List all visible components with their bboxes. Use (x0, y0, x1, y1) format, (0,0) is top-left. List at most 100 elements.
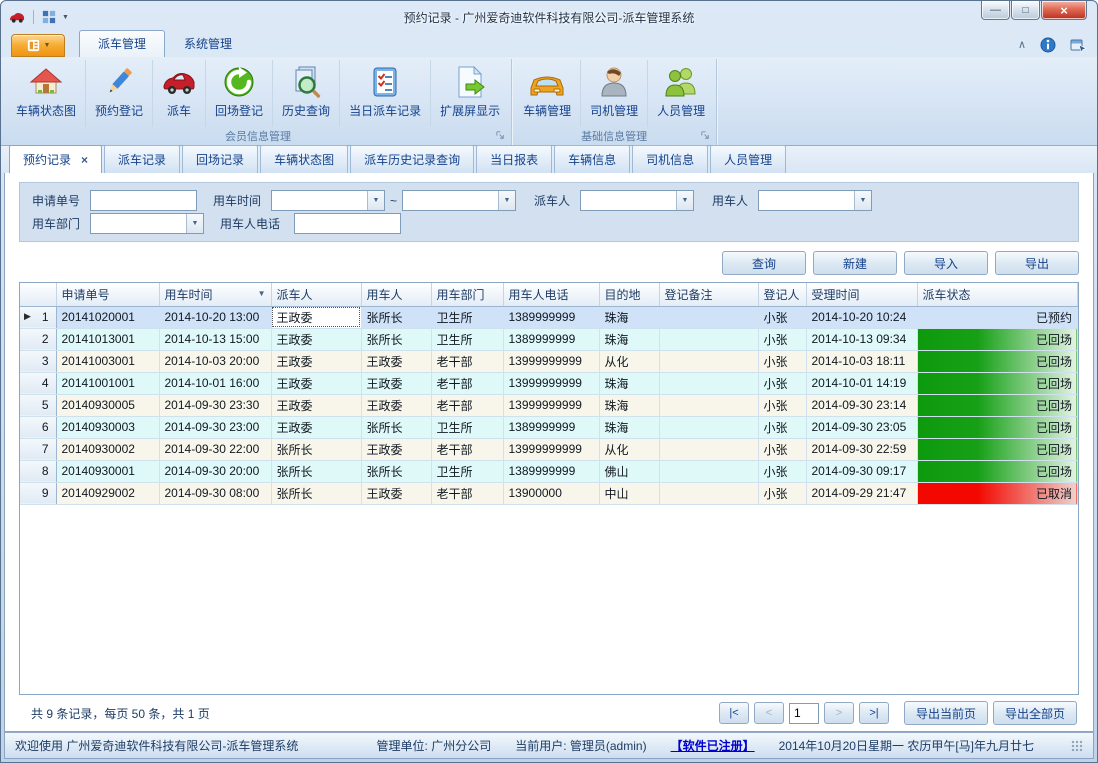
ribbon-button[interactable]: 车辆管理 (514, 60, 581, 127)
cell-dept[interactable]: 卫生所 (431, 328, 503, 350)
ribbon-button[interactable]: 预约登记 (86, 60, 153, 127)
next-page-button[interactable]: > (824, 702, 854, 724)
application-menu-button[interactable]: ▼ (11, 34, 65, 57)
cell-status[interactable]: 已预约 (917, 306, 1078, 328)
create-button[interactable]: 新建 (813, 251, 897, 275)
cell-registrar[interactable]: 小张 (758, 438, 806, 460)
column-header[interactable]: 申请单号 (56, 283, 159, 306)
cell-accept-time[interactable]: 2014-10-13 09:34 (806, 328, 917, 350)
cell-phone[interactable]: 13999999999 (503, 438, 599, 460)
ribbon-button[interactable]: 司机管理 (581, 60, 648, 127)
document-tab[interactable]: 回场记录 (182, 145, 258, 173)
dialog-launcher-icon[interactable] (700, 130, 712, 142)
cell-dispatcher[interactable]: 王政委 (271, 394, 361, 416)
cell-user[interactable]: 王政委 (361, 482, 431, 504)
cell-phone[interactable]: 13999999999 (503, 394, 599, 416)
cell-dest[interactable]: 珠海 (599, 394, 659, 416)
import-button[interactable]: 导入 (904, 251, 988, 275)
department-combo[interactable]: ▼ (90, 213, 204, 234)
cell-dest[interactable]: 珠海 (599, 372, 659, 394)
cell-dept[interactable]: 卫生所 (431, 460, 503, 482)
column-header[interactable]: 用车人 (361, 283, 431, 306)
row-indicator-cell[interactable]: ▶1 (20, 306, 56, 328)
cell-apply-no[interactable]: 20140930001 (56, 460, 159, 482)
cell-registrar[interactable]: 小张 (758, 416, 806, 438)
column-header[interactable]: 用车部门 (431, 283, 503, 306)
cell-phone[interactable]: 1389999999 (503, 416, 599, 438)
cell-dispatcher[interactable]: 王政委 (271, 328, 361, 350)
document-tab[interactable]: 司机信息 (632, 145, 708, 173)
cell-note[interactable] (659, 482, 758, 504)
cell-status[interactable]: 已回场 (917, 350, 1078, 372)
use-time-to-combo[interactable]: ▼ (402, 190, 516, 211)
dialog-launcher-icon[interactable] (495, 130, 507, 142)
close-button[interactable]: × (1041, 1, 1087, 20)
cell-dept[interactable]: 老干部 (431, 394, 503, 416)
column-header[interactable]: 派车状态 (917, 283, 1078, 306)
column-header[interactable]: 登记备注 (659, 283, 758, 306)
cell-phone[interactable]: 13999999999 (503, 372, 599, 394)
cell-user[interactable]: 王政委 (361, 438, 431, 460)
cell-note[interactable] (659, 460, 758, 482)
table-row[interactable]: 8201409300012014-09-30 20:00张所长张所长卫生所138… (20, 460, 1078, 482)
table-row[interactable]: 3201410030012014-10-03 20:00王政委王政委老干部139… (20, 350, 1078, 372)
cell-dept[interactable]: 老干部 (431, 372, 503, 394)
row-indicator-cell[interactable]: 2 (20, 328, 56, 350)
cell-registrar[interactable]: 小张 (758, 482, 806, 504)
cell-status[interactable]: 已回场 (917, 460, 1078, 482)
cell-note[interactable] (659, 306, 758, 328)
cell-dispatcher[interactable]: 张所长 (271, 460, 361, 482)
close-tab-icon[interactable]: × (81, 154, 88, 166)
column-header[interactable]: 派车人 (271, 283, 361, 306)
ribbon-button[interactable]: 人员管理 (648, 60, 714, 127)
row-indicator-cell[interactable]: 4 (20, 372, 56, 394)
cell-apply-no[interactable]: 20140930005 (56, 394, 159, 416)
cell-user[interactable]: 张所长 (361, 416, 431, 438)
skin-selector-icon[interactable] (1070, 37, 1087, 53)
table-row[interactable]: 4201410010012014-10-01 16:00王政委王政委老干部139… (20, 372, 1078, 394)
ribbon-button[interactable]: 派车 (153, 60, 206, 127)
row-indicator-cell[interactable]: 8 (20, 460, 56, 482)
cell-note[interactable] (659, 394, 758, 416)
ribbon-button[interactable]: 回场登记 (206, 60, 273, 127)
column-header[interactable]: 用车时间▼ (159, 283, 271, 306)
cell-registrar[interactable]: 小张 (758, 306, 806, 328)
cell-phone[interactable]: 1389999999 (503, 306, 599, 328)
grid-icon[interactable] (42, 10, 56, 24)
cell-user[interactable]: 王政委 (361, 394, 431, 416)
cell-dept[interactable]: 老干部 (431, 438, 503, 460)
cell-user[interactable]: 王政委 (361, 350, 431, 372)
cell-phone[interactable]: 1389999999 (503, 328, 599, 350)
cell-apply-no[interactable]: 20141013001 (56, 328, 159, 350)
cell-apply-no[interactable]: 20141020001 (56, 306, 159, 328)
document-tab[interactable]: 派车历史记录查询 (350, 145, 474, 173)
cell-dispatcher[interactable]: 王政委 (271, 372, 361, 394)
page-number-input[interactable] (789, 703, 819, 724)
license-link[interactable]: 【软件已注册】 (671, 737, 755, 754)
cell-phone[interactable]: 13999999999 (503, 350, 599, 372)
cell-use-time[interactable]: 2014-10-13 15:00 (159, 328, 271, 350)
dispatcher-combo[interactable]: ▼ (580, 190, 694, 211)
cell-accept-time[interactable]: 2014-09-30 09:17 (806, 460, 917, 482)
ribbon-tab[interactable]: 派车管理 (79, 30, 165, 57)
sort-filter-icon[interactable]: ▼ (258, 289, 266, 298)
cell-accept-time[interactable]: 2014-09-30 23:05 (806, 416, 917, 438)
table-row[interactable]: 7201409300022014-09-30 22:00张所长王政委老干部139… (20, 438, 1078, 460)
cell-note[interactable] (659, 438, 758, 460)
cell-note[interactable] (659, 372, 758, 394)
cell-accept-time[interactable]: 2014-10-20 10:24 (806, 306, 917, 328)
cell-dest[interactable]: 珠海 (599, 328, 659, 350)
cell-dept[interactable]: 老干部 (431, 350, 503, 372)
cell-dispatcher[interactable]: 王政委 (271, 416, 361, 438)
document-tab[interactable]: 人员管理 (710, 145, 786, 173)
cell-registrar[interactable]: 小张 (758, 372, 806, 394)
cell-use-time[interactable]: 2014-09-30 23:30 (159, 394, 271, 416)
cell-apply-no[interactable]: 20141003001 (56, 350, 159, 372)
row-indicator-cell[interactable]: 5 (20, 394, 56, 416)
cell-dest[interactable]: 中山 (599, 482, 659, 504)
cell-apply-no[interactable]: 20140929002 (56, 482, 159, 504)
column-header[interactable]: 登记人 (758, 283, 806, 306)
export-button[interactable]: 导出 (995, 251, 1079, 275)
row-indicator-cell[interactable]: 6 (20, 416, 56, 438)
cell-status[interactable]: 已回场 (917, 438, 1078, 460)
